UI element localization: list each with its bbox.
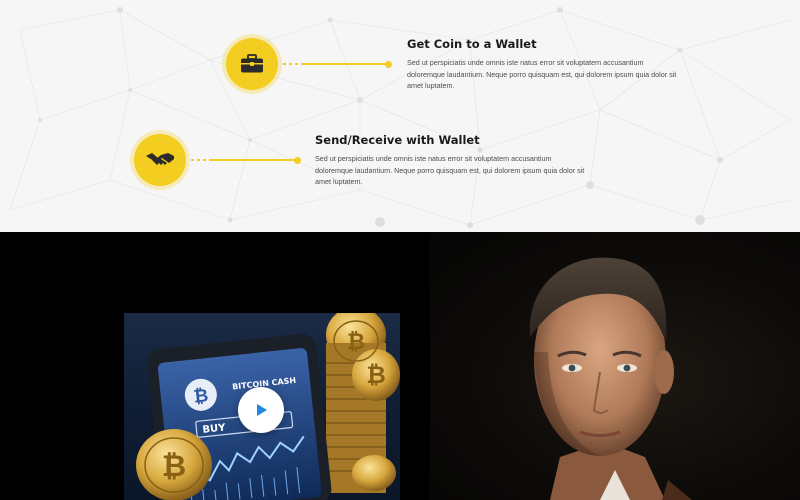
wallet-feature-icon-badge: [226, 38, 278, 90]
handshake-icon: [146, 153, 174, 165]
coin-stack: ₿ ₿: [326, 313, 400, 493]
feature-description: Sed ut perspiciatis unde omnis iste natu…: [315, 154, 585, 186]
coin: ₿: [136, 429, 212, 500]
send-receive-feature-icon-badge: [134, 134, 186, 186]
play-video-button[interactable]: [238, 387, 284, 433]
svg-text:₿: ₿: [162, 449, 186, 484]
briefcase-icon: [241, 54, 263, 73]
feature-title: Get Coin to a Wallet: [407, 37, 537, 51]
media-section: ₿ ₿ ₿ BITCOIN CASH BUY ₿: [0, 232, 800, 500]
portrait-photo: [430, 232, 800, 500]
features-section: Get Coin to a Wallet Sed ut perspiciatis…: [0, 0, 800, 232]
feature-title: Send/Receive with Wallet: [315, 133, 480, 147]
feature-connector: [283, 61, 392, 68]
network-background: [9, 7, 791, 228]
play-icon: [257, 404, 267, 416]
svg-text:₿: ₿: [347, 330, 365, 355]
svg-text:₿: ₿: [193, 385, 210, 407]
feature-item-get-coin: Get Coin to a Wallet Sed ut perspiciatis…: [407, 37, 677, 92]
feature-description: Sed ut perspiciatis unde omnis iste natu…: [407, 58, 677, 90]
feature-connector: [191, 157, 301, 164]
svg-text:₿: ₿: [366, 361, 386, 389]
feature-item-send-receive: Send/Receive with Wallet Sed ut perspici…: [315, 133, 585, 188]
video-thumbnail[interactable]: ₿ ₿ ₿ BITCOIN CASH BUY ₿: [124, 313, 400, 500]
